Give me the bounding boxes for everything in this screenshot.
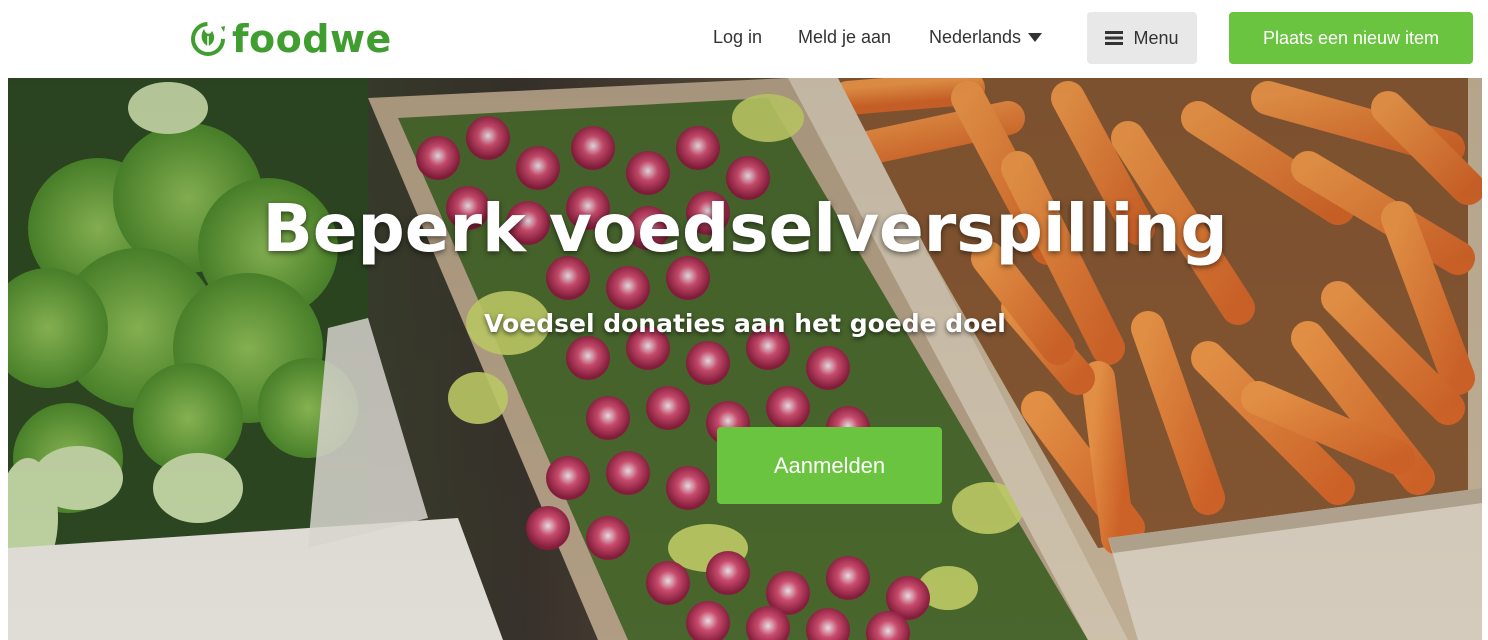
logo-link[interactable]: foodwe xyxy=(188,14,392,64)
leaf-cycle-icon xyxy=(191,22,225,56)
post-new-item-button[interactable]: Plaats een nieuw item xyxy=(1229,12,1473,64)
hero-title: Beperk voedselverspilling xyxy=(262,190,1228,267)
signup-link[interactable]: Meld je aan xyxy=(798,25,891,49)
logo-text: foodwe xyxy=(232,17,392,61)
hero-background-image xyxy=(8,78,1482,640)
caret-down-icon xyxy=(1028,33,1043,42)
hamburger-icon xyxy=(1105,31,1124,45)
hero-banner: Beperk voedselverspilling Voedsel donati… xyxy=(8,78,1482,640)
signup-cta-button[interactable]: Aanmelden xyxy=(717,427,942,504)
menu-label: Menu xyxy=(1133,27,1179,48)
language-dropdown[interactable]: Nederlands xyxy=(929,25,1043,49)
hero-subtitle: Voedsel donaties aan het goede doel xyxy=(484,309,1006,338)
language-label: Nederlands xyxy=(929,27,1022,47)
login-link[interactable]: Log in xyxy=(713,25,762,49)
site-header: foodwe Log in Meld je aan Nederlands Men… xyxy=(0,0,1488,78)
menu-button[interactable]: Menu xyxy=(1087,12,1197,64)
